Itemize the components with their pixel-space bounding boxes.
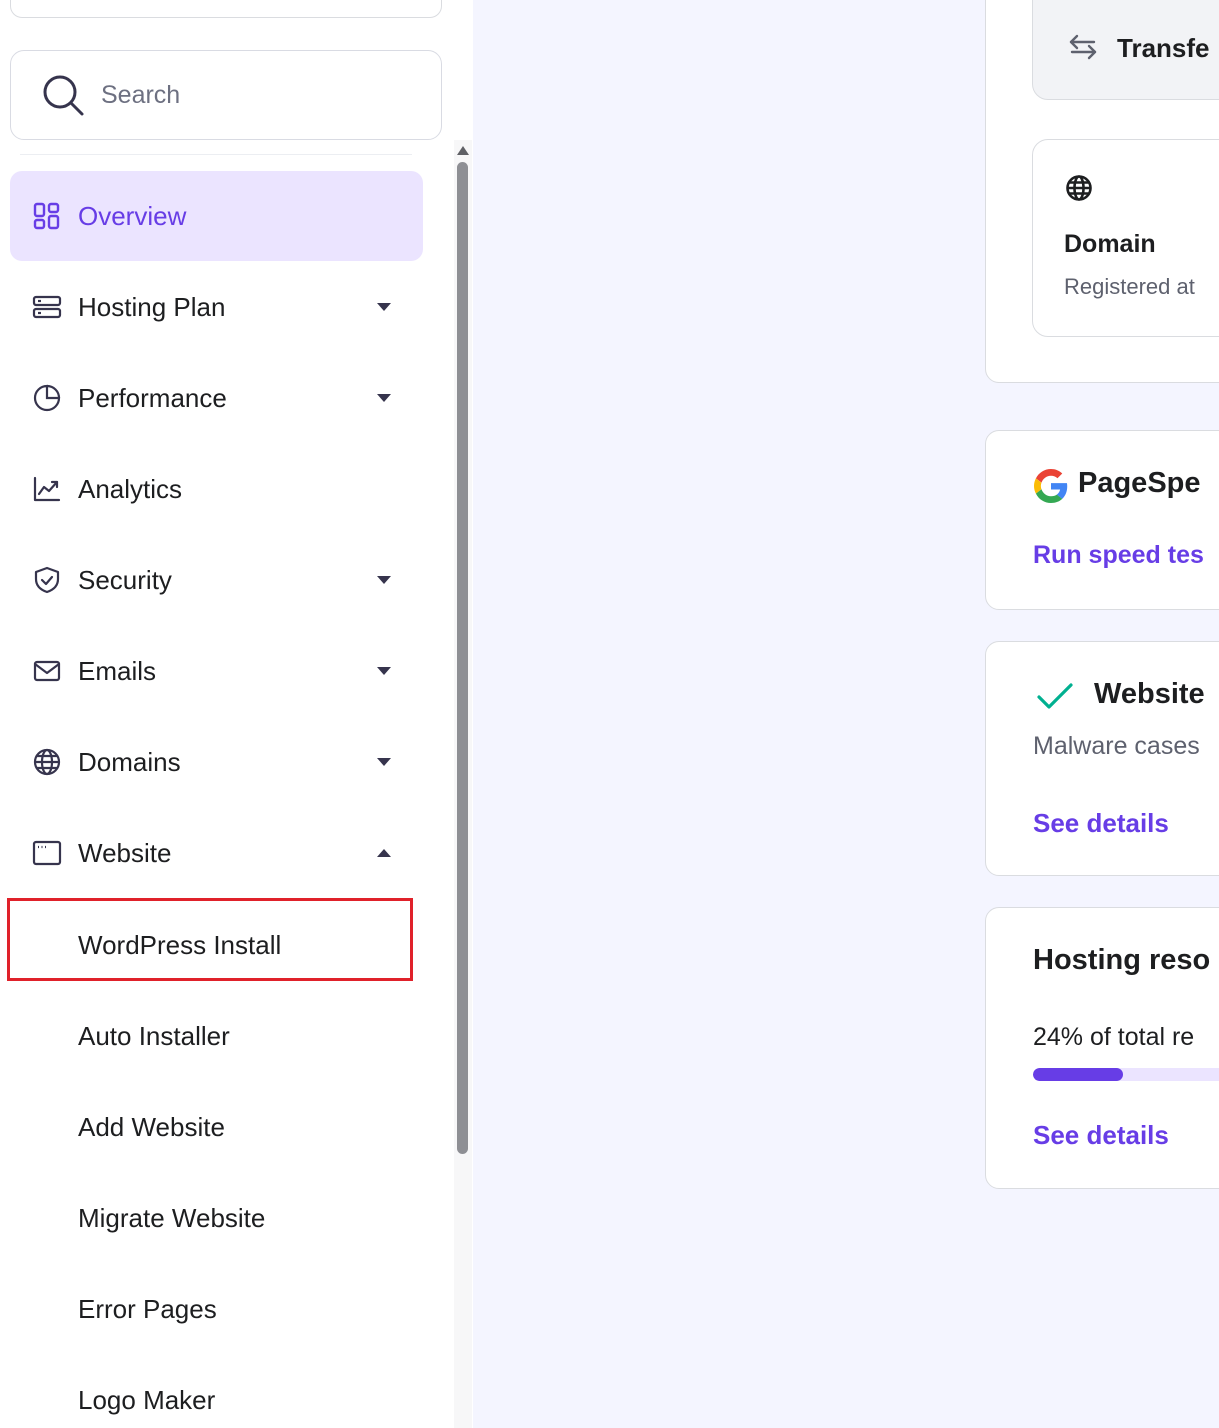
globe-icon bbox=[32, 747, 62, 777]
sidebar-item-label: Hosting Plan bbox=[78, 291, 226, 322]
domain-card-subtitle: Registered at bbox=[1064, 274, 1195, 299]
sidebar-item-performance[interactable]: Performance bbox=[10, 353, 423, 443]
sidebar-subitem-auto-installer[interactable]: Auto Installer bbox=[10, 995, 410, 1077]
scrollbar-thumb[interactable] bbox=[457, 162, 468, 1154]
page: Overview Hosting Plan bbox=[0, 0, 1219, 1428]
check-icon bbox=[1037, 683, 1073, 709]
chevron-down-icon[interactable] bbox=[376, 393, 392, 403]
run-speed-test-link[interactable]: Run speed tes bbox=[1033, 541, 1204, 570]
chevron-down-icon[interactable] bbox=[376, 575, 392, 585]
pagespeed-card: PageSpe Run speed tes bbox=[985, 430, 1219, 610]
google-g-icon bbox=[1034, 469, 1068, 503]
resources-usage-bar-fill bbox=[1033, 1068, 1123, 1081]
see-details-link[interactable]: See details bbox=[1033, 808, 1169, 839]
sidebar-item-label: Emails bbox=[78, 655, 157, 686]
grid-icon bbox=[32, 201, 62, 231]
sidebar: Overview Hosting Plan bbox=[0, 0, 455, 1428]
sidebar-item-security[interactable]: Security bbox=[10, 535, 423, 625]
sidebar-top-element[interactable] bbox=[10, 0, 442, 18]
search-box[interactable] bbox=[10, 50, 442, 140]
sidebar-item-hosting-plan[interactable]: Hosting Plan bbox=[10, 262, 423, 352]
sidebar-item-emails[interactable]: Emails bbox=[10, 626, 423, 716]
resources-card-title: Hosting reso bbox=[1033, 944, 1211, 976]
sidebar-item-analytics[interactable]: Analytics bbox=[10, 444, 423, 534]
server-icon bbox=[32, 292, 62, 322]
sidebar-item-website[interactable]: Website bbox=[10, 808, 423, 898]
transfer-label: Transfe bbox=[1117, 33, 1210, 63]
sidebar-subitem-logo-maker[interactable]: Logo Maker bbox=[10, 1359, 410, 1428]
website-security-card: Website Malware cases See details bbox=[985, 641, 1219, 876]
sidebar-item-label: Performance bbox=[78, 382, 227, 413]
sidebar-item-overview[interactable]: Overview bbox=[10, 171, 423, 261]
sidebar-subitem-add-website[interactable]: Add Website bbox=[10, 1086, 410, 1168]
scroll-up-arrow-icon[interactable] bbox=[457, 146, 469, 155]
search-input[interactable] bbox=[101, 80, 401, 110]
transfer-button[interactable]: Transfe bbox=[1032, 0, 1219, 100]
sidebar-subitem-label: Error Pages bbox=[78, 1293, 217, 1324]
sidebar-subitem-label: WordPress Install bbox=[78, 929, 282, 960]
browser-window-icon bbox=[32, 838, 62, 868]
sidebar-subitem-error-pages[interactable]: Error Pages bbox=[10, 1268, 410, 1350]
chevron-down-icon[interactable] bbox=[376, 302, 392, 312]
resources-usage-text: 24% of total re bbox=[1033, 1023, 1195, 1051]
pie-chart-icon bbox=[32, 383, 62, 413]
resources-usage-bar bbox=[1033, 1068, 1219, 1081]
security-card-title: Website bbox=[1094, 678, 1205, 710]
see-details-link[interactable]: See details bbox=[1033, 1120, 1169, 1151]
domain-card[interactable]: Domain Registered at bbox=[1032, 139, 1219, 337]
chevron-down-icon[interactable] bbox=[376, 757, 392, 767]
sidebar-item-label: Security bbox=[78, 564, 172, 595]
line-chart-icon bbox=[32, 474, 62, 504]
sidebar-subitem-wordpress-install[interactable]: WordPress Install bbox=[10, 904, 410, 986]
hosting-resources-card: Hosting reso 24% of total re See details bbox=[985, 907, 1219, 1189]
globe-icon bbox=[1066, 175, 1092, 201]
pagespeed-title: PageSpe bbox=[1078, 467, 1201, 499]
mail-icon bbox=[32, 656, 62, 686]
transfer-arrows-icon bbox=[1069, 34, 1097, 60]
sidebar-item-label: Website bbox=[78, 837, 172, 868]
sidebar-item-label: Domains bbox=[78, 746, 181, 777]
domain-card-title: Domain bbox=[1064, 230, 1156, 258]
malware-cases-text: Malware cases bbox=[1033, 732, 1200, 760]
sidebar-divider bbox=[20, 154, 412, 155]
chevron-down-icon[interactable] bbox=[376, 666, 392, 676]
sidebar-item-label: Analytics bbox=[78, 473, 183, 504]
sidebar-subitem-label: Add Website bbox=[78, 1111, 225, 1142]
search-icon bbox=[43, 75, 84, 116]
sidebar-item-label: Overview bbox=[78, 200, 187, 231]
sidebar-item-domains[interactable]: Domains bbox=[10, 717, 423, 807]
chevron-up-icon[interactable] bbox=[376, 848, 392, 858]
sidebar-subitem-migrate-website[interactable]: Migrate Website bbox=[10, 1177, 410, 1259]
sidebar-subitem-label: Auto Installer bbox=[78, 1020, 230, 1051]
sidebar-subitem-label: Migrate Website bbox=[78, 1202, 266, 1233]
shield-icon bbox=[32, 565, 62, 595]
sidebar-subitem-label: Logo Maker bbox=[78, 1384, 216, 1415]
